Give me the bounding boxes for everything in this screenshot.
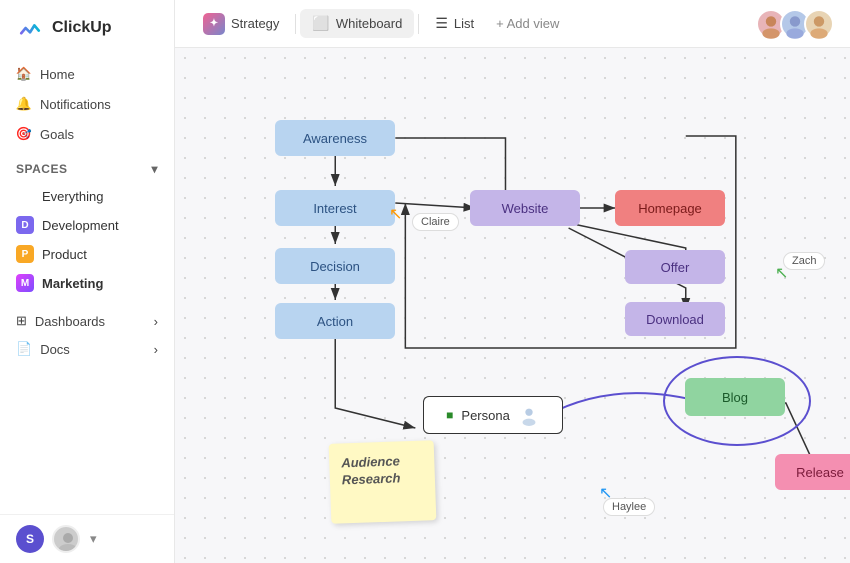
marketing-label: Marketing — [42, 276, 103, 291]
whiteboard-icon: ⬜ — [312, 15, 329, 32]
dashboards-label: Dashboards — [35, 314, 105, 329]
node-homepage[interactable]: Homepage — [615, 190, 725, 226]
node-blog-label: Blog — [722, 390, 748, 405]
node-homepage-label: Homepage — [638, 201, 702, 216]
node-offer-label: Offer — [661, 260, 690, 275]
sidebar-item-marketing[interactable]: M Marketing — [8, 269, 166, 297]
spaces-label: Spaces — [16, 162, 67, 176]
sticky-note-text: AudienceResearch — [341, 453, 401, 487]
sidebar-item-notifications[interactable]: 🔔 Notifications — [8, 90, 166, 118]
node-website[interactable]: Website — [470, 190, 580, 226]
sidebar-item-goals[interactable]: 🎯 Goals — [8, 120, 166, 148]
logo[interactable]: ClickUp — [0, 0, 174, 56]
product-label: Product — [42, 247, 87, 262]
sidebar-item-goals-label: Goals — [40, 127, 74, 142]
home-icon: 🏠 — [16, 66, 32, 82]
sidebar-item-development[interactable]: D Development — [8, 211, 166, 239]
sidebar-sections: ⊞ Dashboards › 📄 Docs › — [0, 299, 174, 363]
node-decision[interactable]: Decision — [275, 248, 395, 284]
node-blog[interactable]: Blog — [685, 378, 785, 416]
product-icon: P — [16, 245, 34, 263]
dashboards-expand-icon: › — [154, 314, 158, 329]
add-view-label: + Add view — [496, 16, 559, 31]
tab-list[interactable]: ☰ List — [423, 9, 486, 38]
strategy-label: Strategy — [231, 16, 279, 31]
clickup-logo-icon — [16, 14, 44, 42]
sidebar-item-notifications-label: Notifications — [40, 97, 111, 112]
sidebar-item-docs[interactable]: 📄 Docs › — [8, 335, 166, 363]
avatars-group — [756, 9, 834, 39]
node-website-label: Website — [502, 201, 549, 216]
avatar-placeholder — [54, 527, 80, 553]
sidebar: ClickUp 🏠 Home 🔔 Notifications 🎯 Goals S… — [0, 0, 175, 563]
user-avatar-photo — [52, 525, 80, 553]
sidebar-item-product[interactable]: P Product — [8, 240, 166, 268]
topbar: ✦ Strategy ⬜ Whiteboard ☰ List + Add vie… — [175, 0, 850, 48]
node-decision-label: Decision — [310, 259, 360, 274]
everything-label: Everything — [42, 189, 103, 204]
node-release-label: Release — [796, 465, 844, 480]
node-release[interactable]: Release — [775, 454, 850, 490]
blue-cursor: ↖ — [599, 483, 612, 503]
avatar-3-img — [806, 9, 832, 39]
strategy-icon: ✦ — [203, 13, 225, 35]
node-awareness-label: Awareness — [303, 131, 367, 146]
persona-dot: ■ — [446, 408, 453, 422]
docs-icon: 📄 — [16, 341, 32, 357]
tab-whiteboard[interactable]: ⬜ Whiteboard — [300, 9, 414, 38]
node-interest-label: Interest — [313, 201, 356, 216]
node-download[interactable]: Download — [625, 302, 725, 336]
whiteboard-label: Whiteboard — [336, 16, 402, 31]
cursor-zach-label: Zach — [792, 255, 816, 267]
node-interest[interactable]: Interest — [275, 190, 395, 226]
green-cursor: ↖ — [775, 263, 788, 283]
spaces-list: Everything D Development P Product M Mar… — [0, 180, 174, 299]
notification-icon: 🔔 — [16, 96, 32, 112]
sidebar-item-dashboards[interactable]: ⊞ Dashboards › — [8, 307, 166, 335]
node-persona[interactable]: ■ Persona — [423, 396, 563, 434]
node-awareness[interactable]: Awareness — [275, 120, 395, 156]
user-avatar-s[interactable]: S — [16, 525, 44, 553]
app-name: ClickUp — [52, 19, 112, 37]
spaces-collapse-icon[interactable]: ▾ — [151, 162, 158, 176]
collaborators-area — [756, 9, 834, 39]
main-area: ✦ Strategy ⬜ Whiteboard ☰ List + Add vie… — [175, 0, 850, 563]
marketing-icon: M — [16, 274, 34, 292]
development-icon: D — [16, 216, 34, 234]
tab-strategy[interactable]: ✦ Strategy — [191, 7, 291, 41]
persona-avatar-icon — [518, 404, 540, 426]
tab-divider2 — [418, 14, 419, 34]
tab-divider — [295, 14, 296, 34]
spaces-header: Spaces ▾ — [0, 152, 174, 180]
cursor-haylee-label: Haylee — [612, 501, 646, 513]
node-action-label: Action — [317, 314, 353, 329]
sidebar-footer: S ▾ — [0, 514, 174, 563]
node-persona-label: Persona — [461, 408, 509, 423]
cursor-claire-label: Claire — [421, 216, 450, 228]
everything-icon — [16, 187, 34, 205]
goals-icon: 🎯 — [16, 126, 32, 142]
docs-expand-icon: › — [154, 342, 158, 357]
list-icon: ☰ — [435, 15, 448, 32]
node-download-label: Download — [646, 312, 704, 327]
sidebar-item-home[interactable]: 🏠 Home — [8, 60, 166, 88]
canvas-container: ↖ ✏️ ⬜ 🗒 T ◇ ⚙ 🌐 🖼 ••• — [175, 48, 850, 563]
node-action[interactable]: Action — [275, 303, 395, 339]
cursor-claire: Claire — [412, 213, 459, 231]
avatar-3 — [804, 9, 834, 39]
nav-section: 🏠 Home 🔔 Notifications 🎯 Goals — [0, 56, 174, 152]
list-label: List — [454, 16, 474, 31]
sidebar-item-home-label: Home — [40, 67, 75, 82]
sidebar-item-everything[interactable]: Everything — [8, 182, 166, 210]
development-label: Development — [42, 218, 119, 233]
whiteboard-canvas[interactable]: Awareness Interest Decision Action Websi… — [175, 48, 850, 563]
add-view-button[interactable]: + Add view — [486, 10, 569, 37]
docs-label: Docs — [40, 342, 70, 357]
cursor-zach: Zach — [783, 252, 825, 270]
user-menu-arrow[interactable]: ▾ — [90, 531, 97, 547]
dashboards-icon: ⊞ — [16, 313, 27, 329]
orange-cursor: ↖ — [389, 204, 402, 224]
node-offer[interactable]: Offer — [625, 250, 725, 284]
sticky-note-audience-research[interactable]: AudienceResearch — [329, 440, 437, 524]
